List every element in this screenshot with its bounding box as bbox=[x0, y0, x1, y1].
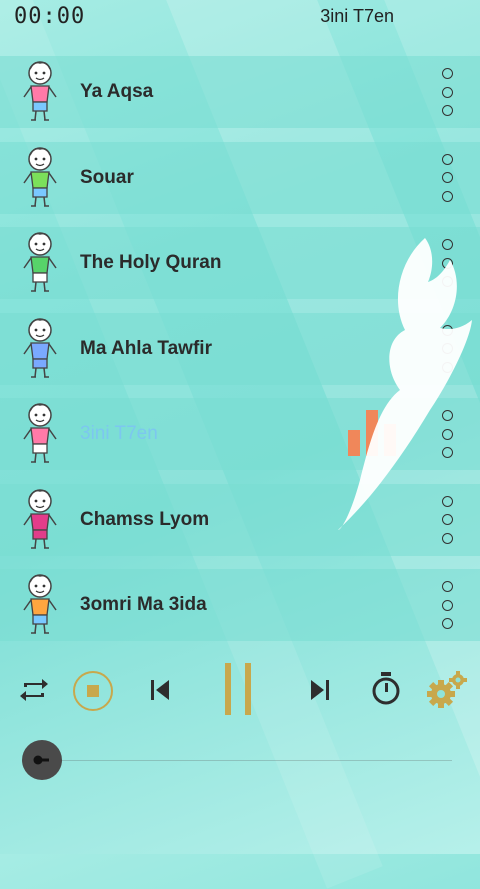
kid-avatar-icon bbox=[12, 229, 68, 297]
track-title: 3omri Ma 3ida bbox=[80, 594, 207, 615]
kid-avatar-icon bbox=[12, 144, 68, 212]
next-button[interactable] bbox=[300, 670, 340, 710]
more-options-icon[interactable] bbox=[442, 68, 454, 116]
track-list: Ya Aqsa Souar The Holy Quran Ma Ahla Taw… bbox=[0, 38, 480, 655]
more-options-icon[interactable] bbox=[442, 239, 454, 287]
more-options-icon[interactable] bbox=[442, 581, 454, 629]
kid-avatar-icon bbox=[12, 486, 68, 554]
settings-icon[interactable] bbox=[422, 666, 470, 712]
next-icon bbox=[311, 680, 329, 700]
track-title: Chamss Lyom bbox=[80, 508, 210, 530]
track-row[interactable]: The Holy Quran bbox=[0, 227, 480, 299]
track-title: Ma Ahla Tawfir bbox=[80, 337, 212, 359]
more-options-icon[interactable] bbox=[442, 410, 454, 458]
kid-avatar-icon bbox=[12, 571, 68, 639]
status-bar: 00:00 3ini T7en bbox=[0, 0, 480, 32]
more-options-icon[interactable] bbox=[442, 495, 454, 544]
player-controls bbox=[0, 650, 480, 730]
kid-avatar-icon bbox=[12, 58, 68, 126]
repeat-icon[interactable] bbox=[14, 670, 54, 710]
seek-track bbox=[42, 760, 452, 761]
track-title: Ya Aqsa bbox=[80, 81, 154, 102]
track-row[interactable]: Ya Aqsa bbox=[0, 56, 480, 128]
now-playing-title: 3ini T7en bbox=[320, 5, 394, 26]
more-options-icon[interactable] bbox=[442, 153, 454, 202]
stop-icon bbox=[73, 671, 113, 711]
seek-bar[interactable] bbox=[22, 740, 452, 780]
track-title: 3ini T7en bbox=[80, 423, 158, 444]
track-row-active[interactable]: 3ini T7en bbox=[0, 398, 480, 470]
track-title: The Holy Quran bbox=[80, 252, 222, 273]
kid-avatar-icon bbox=[12, 400, 68, 468]
track-row[interactable]: 3omri Ma 3ida bbox=[0, 569, 480, 641]
stop-button[interactable] bbox=[72, 670, 114, 712]
pause-button[interactable] bbox=[216, 658, 260, 720]
previous-button[interactable] bbox=[140, 670, 180, 710]
seek-handle[interactable] bbox=[22, 740, 62, 780]
timer-icon[interactable] bbox=[366, 668, 406, 710]
kid-avatar-icon bbox=[12, 315, 68, 383]
equalizer-icon bbox=[348, 410, 396, 456]
previous-icon bbox=[151, 680, 169, 700]
clock: 00:00 bbox=[14, 3, 86, 29]
track-title: Souar bbox=[80, 166, 134, 188]
track-row[interactable]: Souar bbox=[0, 141, 480, 214]
more-options-icon[interactable] bbox=[442, 324, 454, 373]
pause-icon bbox=[225, 663, 251, 715]
track-row[interactable]: Chamss Lyom bbox=[0, 483, 480, 556]
track-row[interactable]: Ma Ahla Tawfir bbox=[0, 312, 480, 385]
